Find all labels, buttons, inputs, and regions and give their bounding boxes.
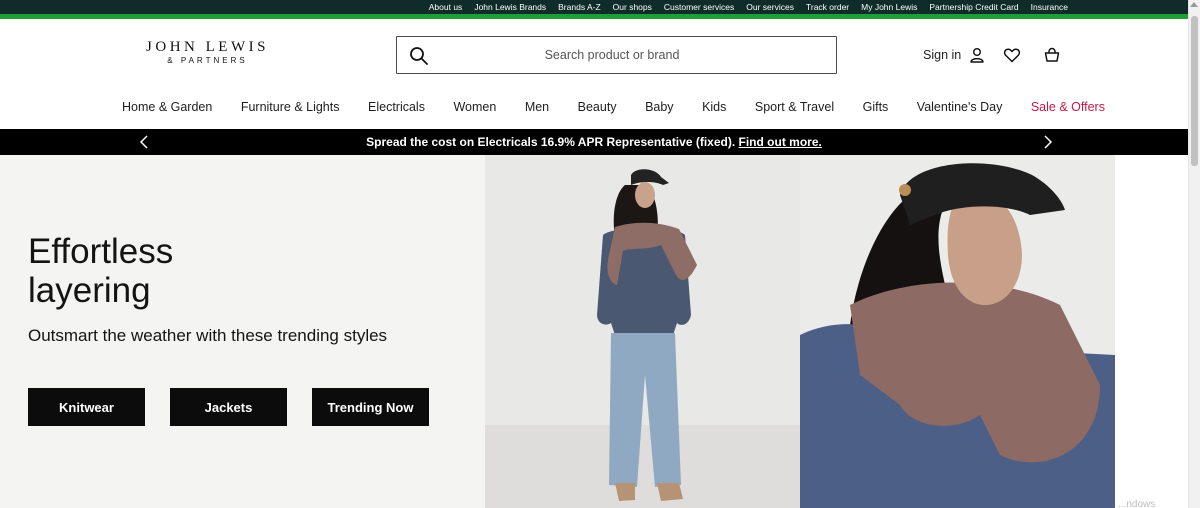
promo-find-out-more-link[interactable]: Find out more. xyxy=(739,135,822,149)
page-margin xyxy=(1115,155,1188,508)
promo-banner: Spread the cost on Electricals 16.9% APR… xyxy=(0,129,1188,155)
chevron-right-icon[interactable] xyxy=(1040,135,1054,149)
utility-bar: About us John Lewis Brands Brands A-Z Ou… xyxy=(0,0,1188,14)
utility-link-about-us[interactable]: About us xyxy=(429,2,463,12)
user-icon xyxy=(970,48,984,63)
nav-furniture-lights[interactable]: Furniture & Lights xyxy=(241,100,340,118)
promo-message: Spread the cost on Electricals 16.9% APR… xyxy=(0,135,1188,149)
nav-home-garden[interactable]: Home & Garden xyxy=(122,100,212,118)
scroll-up-arrow-icon[interactable] xyxy=(1190,2,1198,7)
utility-link-customer-services[interactable]: Customer services xyxy=(664,2,734,12)
os-watermark: ...ndows xyxy=(1118,499,1156,508)
hero-image-closeup[interactable] xyxy=(800,155,1115,508)
utility-link-insurance[interactable]: Insurance xyxy=(1031,2,1068,12)
utility-link-john-lewis-brands[interactable]: John Lewis Brands xyxy=(474,2,546,12)
brand-stripe xyxy=(0,14,1188,19)
hero-panel: Effortless layering Outsmart the weather… xyxy=(0,155,485,508)
hero-subtitle: Outsmart the weather with these trending… xyxy=(28,326,388,345)
nav-sport-travel[interactable]: Sport & Travel xyxy=(755,100,834,118)
utility-link-our-shops[interactable]: Our shops xyxy=(613,2,652,12)
hero-image-full-length[interactable] xyxy=(485,155,800,508)
basket-icon[interactable] xyxy=(1042,45,1062,65)
hero-title: Effortless layering xyxy=(28,232,174,310)
nav-kids[interactable]: Kids xyxy=(702,100,726,118)
utility-link-track-order[interactable]: Track order xyxy=(806,2,849,12)
nav-gifts[interactable]: Gifts xyxy=(863,100,889,118)
utility-link-my-john-lewis[interactable]: My John Lewis xyxy=(861,2,917,12)
utility-link-our-services[interactable]: Our services xyxy=(746,2,794,12)
model-full-length-image xyxy=(485,155,800,508)
utility-links: About us John Lewis Brands Brands A-Z Ou… xyxy=(429,0,1068,14)
site-logo[interactable]: JOHN LEWIS & PARTNERS xyxy=(135,39,280,67)
nav-baby[interactable]: Baby xyxy=(645,100,674,118)
knitwear-button[interactable]: Knitwear xyxy=(28,388,145,426)
page: About us John Lewis Brands Brands A-Z Ou… xyxy=(0,0,1200,508)
nav-sale-offers[interactable]: Sale & Offers xyxy=(1031,100,1105,118)
nav-men[interactable]: Men xyxy=(525,100,549,118)
logo-wordmark: JOHN LEWIS xyxy=(146,39,269,55)
search-input[interactable] xyxy=(447,37,777,73)
sign-in-button[interactable]: Sign in xyxy=(923,43,985,67)
utility-link-credit-card[interactable]: Partnership Credit Card xyxy=(929,2,1018,12)
scrollbar-thumb[interactable] xyxy=(1191,16,1198,166)
vertical-scrollbar[interactable] xyxy=(1188,0,1200,508)
nav-electricals[interactable]: Electricals xyxy=(368,100,425,118)
logo-subline: & PARTNERS xyxy=(167,56,248,65)
trending-now-button[interactable]: Trending Now xyxy=(312,388,429,426)
nav-beauty[interactable]: Beauty xyxy=(578,100,617,118)
search-icon[interactable] xyxy=(409,46,429,66)
search-box[interactable] xyxy=(396,36,837,74)
sign-in-label: Sign in xyxy=(923,48,962,62)
jackets-button[interactable]: Jackets xyxy=(170,388,287,426)
promo-text: Spread the cost on Electricals 16.9% APR… xyxy=(366,135,736,149)
utility-link-brands-a-z[interactable]: Brands A-Z xyxy=(558,2,601,12)
main-nav: Home & Garden Furniture & Lights Electri… xyxy=(122,100,1105,118)
nav-women[interactable]: Women xyxy=(453,100,496,118)
wishlist-heart-icon[interactable] xyxy=(1002,45,1022,65)
model-closeup-image xyxy=(800,155,1115,508)
nav-valentines-day[interactable]: Valentine's Day xyxy=(917,100,1003,118)
